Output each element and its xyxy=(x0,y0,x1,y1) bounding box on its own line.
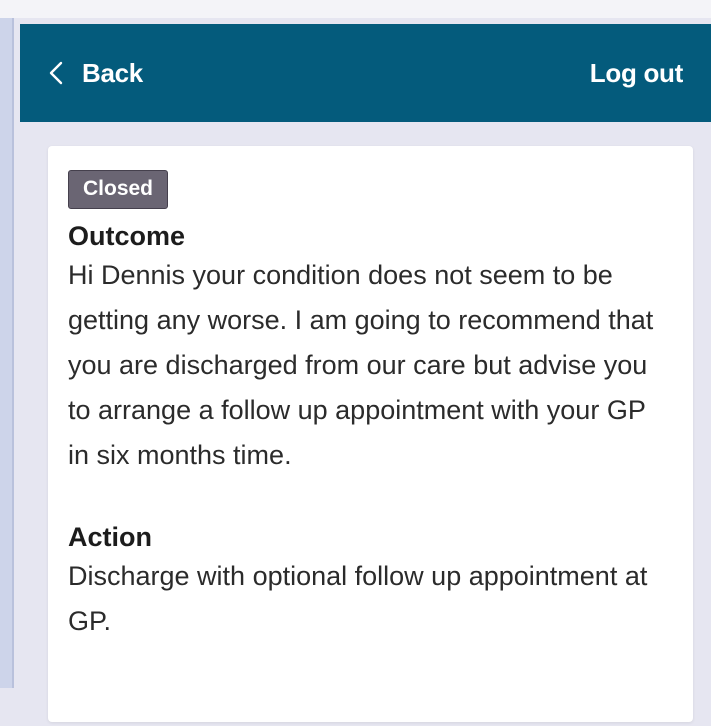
consultation-outcome-card: Closed Outcome Hi Dennis your condition … xyxy=(48,146,693,722)
back-label: Back xyxy=(82,57,143,88)
chevron-left-icon xyxy=(49,61,63,85)
top-strip xyxy=(0,0,711,18)
outcome-heading: Outcome xyxy=(68,221,186,251)
app-header: Back Log out xyxy=(20,24,711,122)
left-side-panel xyxy=(0,18,12,688)
back-button[interactable]: Back xyxy=(48,58,143,89)
logout-button[interactable]: Log out xyxy=(590,58,684,89)
outcome-text: Hi Dennis your condition does not seem t… xyxy=(68,260,654,470)
status-badge: Closed xyxy=(68,170,169,209)
action-heading: Action xyxy=(68,522,152,552)
left-side-divider xyxy=(12,18,14,688)
action-text: Discharge with optional follow up appoin… xyxy=(68,561,648,636)
